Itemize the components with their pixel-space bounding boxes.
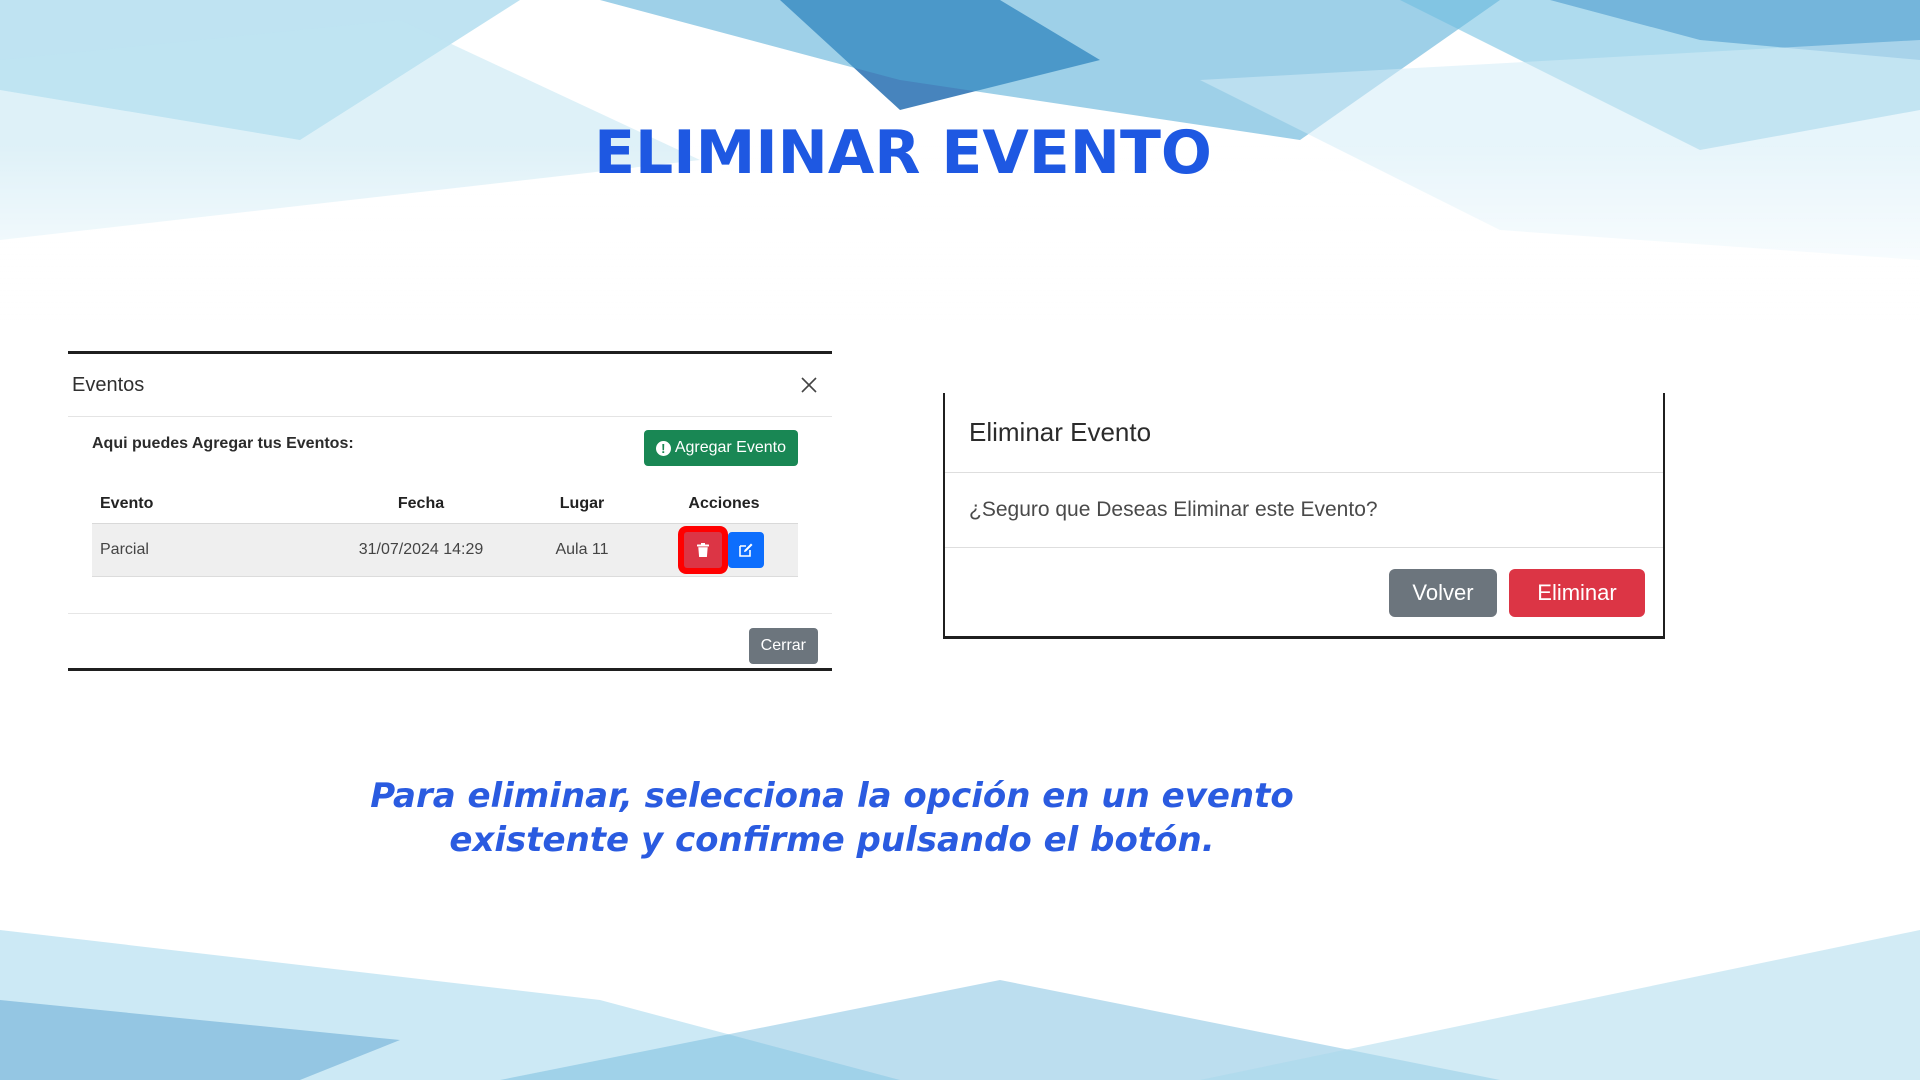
add-event-button[interactable]: ! Agregar Evento [643,430,798,466]
column-header-fecha: Fecha [328,485,514,524]
close-icon[interactable] [798,374,820,396]
confirm-delete-button[interactable]: Eliminar [1509,569,1645,617]
cell-evento: Parcial [92,523,328,577]
confirm-modal-title: Eliminar Evento [945,393,1663,473]
events-modal-footer: Cerrar [68,614,832,680]
plus-circle-icon: ! [655,440,671,456]
add-event-label: Agregar Evento [674,439,786,456]
events-intro-text: Aqui puedes Agregar tus Eventos: [92,435,354,452]
column-header-lugar: Lugar [514,485,650,524]
caption-line-2: existente y confirme pulsando el botón. [449,820,1215,860]
trash-icon [697,543,709,557]
table-row: Parcial 31/07/2024 14:29 Aula 11 [92,523,798,577]
row-actions [684,532,764,568]
instruction-caption: Para eliminar, selecciona la opción en u… [262,774,1402,862]
caption-line-1: Para eliminar, selecciona la opción en u… [370,776,1294,816]
events-table: Evento Fecha Lugar Acciones Parcial 31/0… [92,485,798,577]
events-modal: Eventos Aqui puedes Agregar tus Eventos:… [68,351,832,671]
confirm-delete-modal: Eliminar Evento ¿Seguro que Deseas Elimi… [943,393,1665,639]
back-button[interactable]: Volver [1389,569,1497,617]
events-modal-body: Aqui puedes Agregar tus Eventos: ! Agreg… [68,417,832,614]
confirm-modal-footer: Volver Eliminar [945,548,1663,636]
events-modal-header: Eventos [68,354,832,417]
events-modal-title: Eventos [72,373,145,396]
table-header-row: Evento Fecha Lugar Acciones [92,485,798,524]
cell-fecha: 31/07/2024 14:29 [328,523,514,577]
edit-event-button[interactable] [728,532,764,568]
slide-title: ELIMINAR EVENTO [594,118,1212,188]
cell-acciones [650,523,798,577]
confirm-modal-message: ¿Seguro que Deseas Eliminar este Evento? [945,473,1663,548]
column-header-acciones: Acciones [650,485,798,524]
close-icon-graphic [801,377,817,393]
delete-event-button[interactable] [684,532,722,568]
column-header-evento: Evento [92,485,328,524]
edit-icon [739,543,753,557]
cell-lugar: Aula 11 [514,523,650,577]
close-button[interactable]: Cerrar [748,628,818,664]
